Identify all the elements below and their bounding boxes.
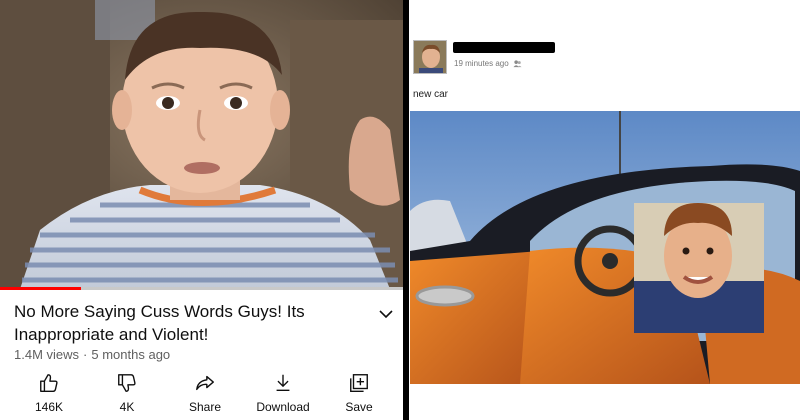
post-panel: 19 minutes ago new car xyxy=(409,0,800,420)
action-bar: 146K 4K Share Download Save xyxy=(0,372,403,420)
timestamp-text: 19 minutes ago xyxy=(454,59,509,68)
post-timestamp[interactable]: 19 minutes ago xyxy=(454,59,522,68)
upload-age: 5 months ago xyxy=(91,347,171,362)
download-label: Download xyxy=(256,400,310,414)
video-title[interactable]: No More Saying Cuss Words Guys! Its Inap… xyxy=(14,300,344,346)
thumbs-up-icon xyxy=(40,374,58,392)
share-icon xyxy=(196,375,214,391)
download-icon xyxy=(276,374,290,392)
video-meta: 1.4M views · 5 months ago xyxy=(14,347,170,362)
save-playlist-icon xyxy=(350,374,368,392)
thumbs-down-icon xyxy=(118,374,136,392)
view-count: 1.4M views xyxy=(14,347,80,362)
video-frame xyxy=(0,0,403,289)
redacted-name xyxy=(453,42,555,53)
chevron-down-icon[interactable] xyxy=(376,304,396,324)
video-player[interactable] xyxy=(0,0,403,289)
dislike-count: 4K xyxy=(119,400,135,414)
save-label: Save xyxy=(345,400,373,414)
video-info: No More Saying Cuss Words Guys! Its Inap… xyxy=(0,290,403,420)
share-label: Share xyxy=(188,400,222,414)
video-panel: No More Saying Cuss Words Guys! Its Inap… xyxy=(0,0,403,420)
dislike-button[interactable]: 4K xyxy=(87,372,167,414)
download-button[interactable]: Download xyxy=(243,372,323,414)
car-photo xyxy=(410,111,800,384)
share-button[interactable]: Share xyxy=(165,372,245,414)
save-button[interactable]: Save xyxy=(319,372,399,414)
post-caption: new car xyxy=(413,89,449,100)
post-photo[interactable] xyxy=(410,111,800,384)
avatar[interactable] xyxy=(413,40,447,74)
friends-icon xyxy=(513,60,522,68)
avatar-image xyxy=(414,41,446,73)
meta-separator: · xyxy=(83,347,88,362)
like-button[interactable]: 146K xyxy=(9,372,89,414)
like-count: 146K xyxy=(34,400,64,414)
